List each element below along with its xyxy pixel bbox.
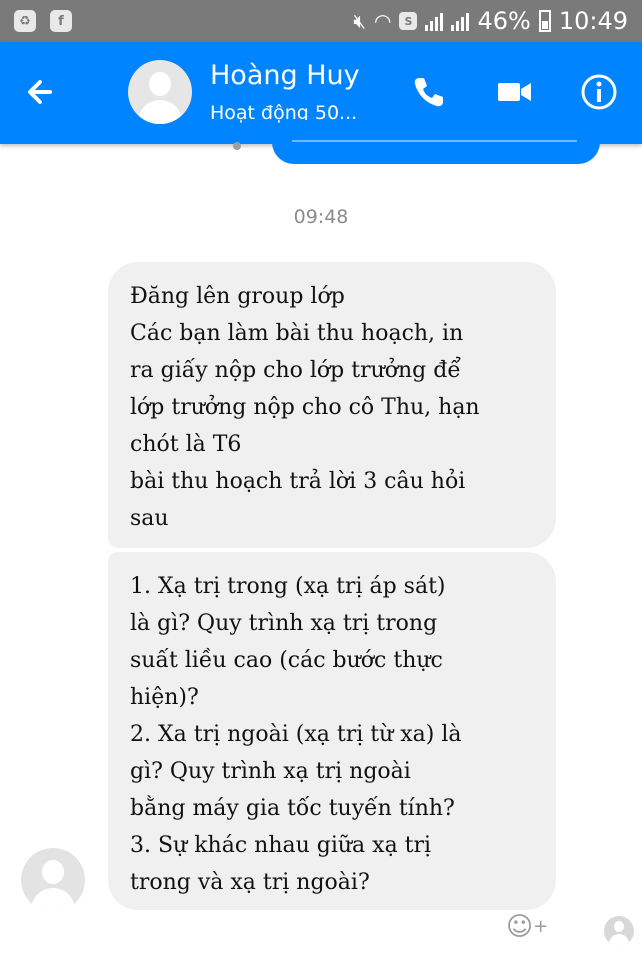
contact-avatar[interactable] xyxy=(128,60,192,124)
gallery-icon: ♻ xyxy=(14,10,36,32)
message-line: bằng máy gia tốc tuyến tính? xyxy=(130,796,455,821)
mute-icon: 🔇︎ xyxy=(353,9,367,33)
status-bar-left: ♻ f xyxy=(14,10,72,32)
message-line: chót là T6 xyxy=(130,432,242,457)
wifi-icon: ◠ xyxy=(374,9,392,33)
data-saver-icon: S xyxy=(399,12,418,30)
back-arrow-icon[interactable] xyxy=(20,70,64,114)
incoming-message[interactable]: Đăng lên group lớp Các bạn làm bài thu h… xyxy=(108,262,556,548)
phone-icon[interactable] xyxy=(408,72,448,112)
message-line: trong và xạ trị ngoài? xyxy=(130,870,370,895)
message-line: 1. Xạ trị trong (xạ trị áp sát) xyxy=(130,574,446,599)
message-line: bài thu hoạch trả lời 3 câu hỏi xyxy=(130,469,466,494)
status-bar-right: 🔇︎ ◠ S 46% 10:49 xyxy=(353,7,628,35)
message-line: Các bạn làm bài thu hoạch, in xyxy=(130,321,464,346)
message-line: hiện)? xyxy=(130,685,199,710)
message-line: ra giấy nộp cho lớp trưởng để xyxy=(130,358,461,383)
battery-icon xyxy=(538,10,551,32)
message-timestamp: 09:48 xyxy=(293,206,349,228)
message-line: 3. Sự khác nhau giữa xạ trị xyxy=(130,833,432,858)
facebook-notification-icon: f xyxy=(50,10,72,32)
signal-icon xyxy=(451,11,470,31)
add-reaction-icon[interactable]: ☺+ xyxy=(506,912,550,942)
message-line: sau xyxy=(130,506,169,531)
outgoing-message-partial[interactable] xyxy=(272,120,600,164)
contact-name[interactable]: Hoàng Huy xyxy=(210,60,360,91)
message-line: là gì? Quy trình xạ trị trong xyxy=(130,611,438,636)
message-line: suất liều cao (các bước thực xyxy=(130,648,443,673)
message-line: lớp trưởng nộp cho cô Thu, hạn xyxy=(130,395,480,420)
message-line: gì? Quy trình xạ trị ngoài xyxy=(130,759,411,784)
message-line: 2. Xa trị ngoài (xạ trị từ xa) là xyxy=(130,722,462,747)
status-bar: ♻ f 🔇︎ ◠ S 46% 10:49 xyxy=(0,0,642,42)
signal-icon xyxy=(425,11,444,31)
seen-avatar xyxy=(604,916,634,946)
battery-percent: 46% xyxy=(477,7,531,35)
message-line: Đăng lên group lớp xyxy=(130,284,345,309)
incoming-message[interactable]: 1. Xạ trị trong (xạ trị áp sát) là gì? Q… xyxy=(108,552,556,910)
clock: 10:49 xyxy=(558,7,628,35)
sender-avatar[interactable] xyxy=(21,848,85,912)
sent-indicator xyxy=(233,142,241,150)
info-icon[interactable] xyxy=(579,72,619,112)
video-call-icon[interactable] xyxy=(494,72,534,112)
